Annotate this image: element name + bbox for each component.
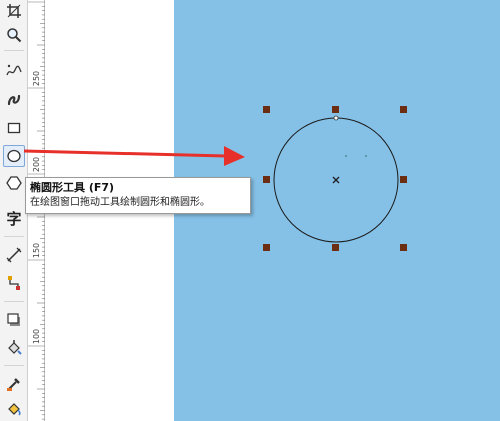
dot-mark [365, 155, 367, 157]
handle-middle-right[interactable] [400, 176, 407, 183]
handle-top-left[interactable] [263, 106, 270, 113]
center-mark-icon [332, 176, 340, 184]
handle-top-right[interactable] [400, 106, 407, 113]
handle-middle-left[interactable] [263, 176, 270, 183]
dot-mark [345, 155, 347, 157]
ellipse-node[interactable] [333, 115, 339, 121]
handle-top-middle[interactable] [332, 106, 339, 113]
handle-bottom-middle[interactable] [332, 244, 339, 251]
handle-bottom-left[interactable] [263, 244, 270, 251]
tooltip-description: 在绘图窗口拖动工具绘制圆形和椭圆形。 [30, 197, 210, 208]
tooltip-title: 椭圆形工具 (F7) [30, 181, 115, 194]
tooltip: 椭圆形工具 (F7) 在绘图窗口拖动工具绘制圆形和椭圆形。 [25, 177, 251, 214]
handle-bottom-right[interactable] [400, 244, 407, 251]
